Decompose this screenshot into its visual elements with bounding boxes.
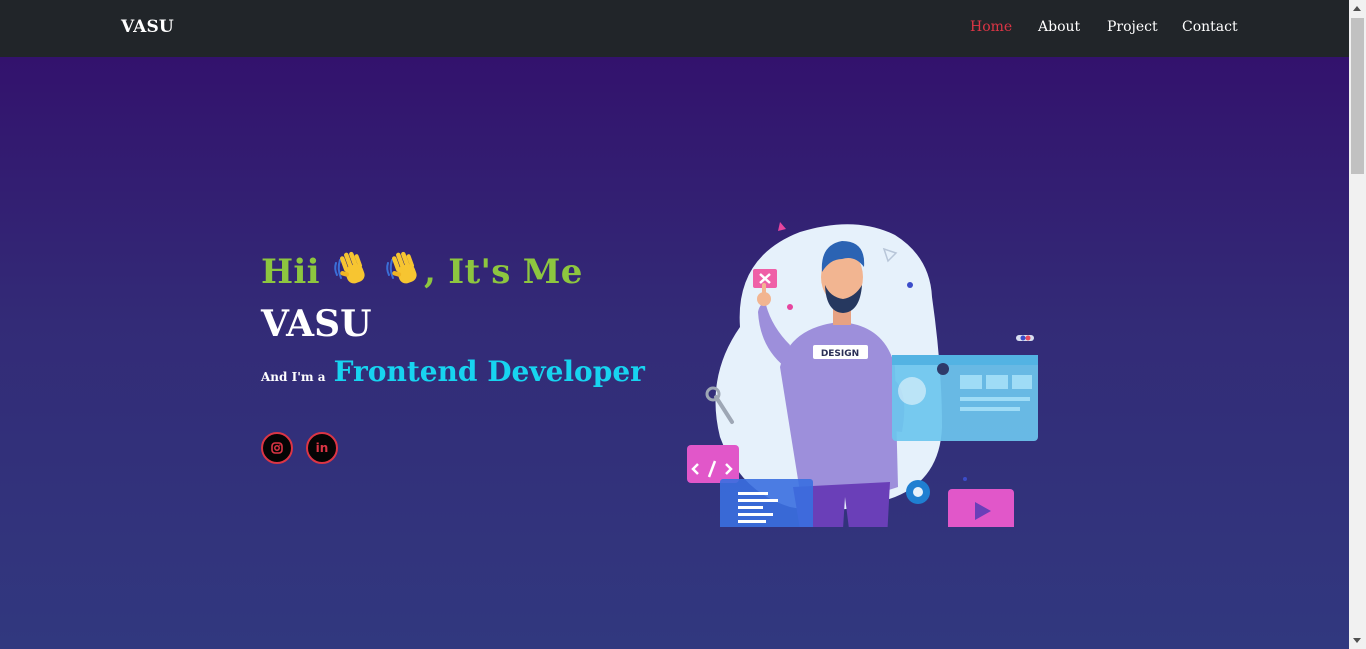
scroll-up-icon[interactable]	[1353, 6, 1361, 11]
instagram-link[interactable]	[261, 432, 293, 464]
design-badge-text: DESIGN	[821, 349, 859, 359]
nav-link-home[interactable]: Home	[970, 19, 1012, 35]
hero-section: Hii , It's Me VASU And I'm a Frontend De…	[0, 57, 1349, 649]
linkedin-link[interactable]: in	[306, 432, 338, 464]
nav-link-contact[interactable]: Contact	[1182, 19, 1238, 35]
navbar: VASU Home About Project Contact	[0, 0, 1349, 57]
hero-role: And I'm a Frontend Developer	[261, 355, 645, 388]
nav-links: Home About Project Contact	[0, 19, 1349, 39]
waving-hand-icon	[386, 251, 417, 284]
nav-link-about[interactable]: About	[1038, 19, 1080, 35]
scroll-thumb[interactable]	[1351, 18, 1364, 174]
hero-greeting: Hii , It's Me	[261, 249, 583, 292]
instagram-icon	[271, 442, 283, 454]
scrollbar[interactable]	[1349, 0, 1366, 649]
greeting-start: Hii	[261, 252, 332, 292]
linkedin-icon: in	[315, 441, 329, 455]
scroll-down-icon[interactable]	[1353, 638, 1361, 643]
role-prefix: And I'm a	[261, 370, 326, 384]
hero-name: VASU	[261, 303, 372, 345]
waving-hand-icon	[334, 251, 365, 284]
role-title: Frontend Developer	[333, 355, 645, 388]
nav-link-project[interactable]: Project	[1107, 19, 1158, 35]
developer-illustration: DESIGN	[687, 222, 1038, 527]
greeting-end: , It's Me	[424, 252, 583, 292]
